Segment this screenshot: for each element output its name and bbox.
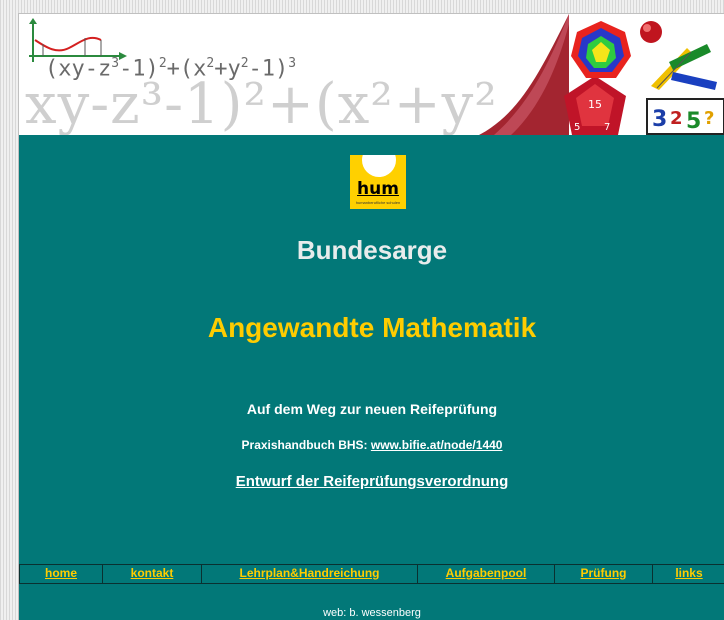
ball-icon	[640, 21, 662, 43]
svg-text:?: ?	[704, 108, 714, 129]
page-curl-decoration	[479, 14, 569, 135]
header-banner: xy-z³-1)²+(x²+y² (xy-z3-1)2+(x2+y2-1)3 1…	[19, 14, 724, 135]
nav-item-home: home	[19, 565, 103, 583]
svg-text:5: 5	[574, 122, 580, 133]
puzzle-numbers-icon: 3 2 5 ?	[646, 98, 724, 135]
nav-item-kontakt: kontakt	[103, 565, 202, 583]
logo-circle-icon	[362, 155, 396, 177]
svg-text:2: 2	[670, 108, 683, 129]
main-content: hum humanberufliche schulen Bundesarge A…	[19, 135, 724, 620]
nav-link-pruefung[interactable]: Prüfung	[581, 566, 627, 580]
praxishandbuch-line: Praxishandbuch BHS: www.bifie.at/node/14…	[19, 438, 724, 452]
nav-link-lehrplan[interactable]: Lehrplan&Handreichung	[239, 566, 379, 580]
svg-text:5: 5	[686, 109, 701, 134]
hum-logo: hum humanberufliche schulen	[350, 155, 406, 209]
drawing-tools-icon	[651, 44, 717, 90]
polyhedron-icon	[571, 21, 631, 78]
nav-link-links[interactable]: links	[675, 566, 702, 580]
logo-text: hum	[357, 179, 399, 199]
entwurf-link[interactable]: Entwurf der Reifeprüfungsverordnung	[236, 473, 509, 490]
nav-link-kontakt[interactable]: kontakt	[131, 566, 174, 580]
decahedron-die-icon: 15 7 5	[564, 76, 626, 135]
logo-subtext: humanberufliche schulen	[355, 200, 401, 205]
entwurf-line: Entwurf der Reifeprüfungsverordnung	[19, 473, 724, 490]
nav-link-home[interactable]: home	[45, 566, 77, 580]
praxis-link[interactable]: www.bifie.at/node/1440	[371, 438, 503, 452]
banner-formula: (xy-z3-1)2+(x2+y2-1)3	[45, 56, 297, 82]
nav-item-pruefung: Prüfung	[555, 565, 653, 583]
svg-text:15: 15	[588, 98, 602, 111]
nav-item-links: links	[653, 565, 724, 583]
svg-text:7: 7	[604, 122, 610, 133]
banner-formula-background: xy-z³-1)²+(x²+y²	[25, 72, 498, 135]
praxis-prefix: Praxishandbuch BHS:	[241, 438, 371, 452]
nav-item-lehrplan: Lehrplan&Handreichung	[202, 565, 418, 583]
page-frame: xy-z³-1)²+(x²+y² (xy-z3-1)2+(x2+y2-1)3 1…	[18, 13, 724, 620]
nav-link-aufgabenpool[interactable]: Aufgabenpool	[446, 566, 527, 580]
page-subtitle: Angewandte Mathematik	[207, 312, 537, 343]
weg-heading: Auf dem Weg zur neuen Reifeprüfung	[246, 401, 498, 417]
nav-bar: home kontakt Lehrplan&Handreichung Aufga…	[19, 564, 724, 584]
svg-text:3: 3	[652, 107, 667, 132]
nav-item-aufgabenpool: Aufgabenpool	[418, 565, 555, 583]
footer-credit: web: b. wessenberg	[323, 607, 421, 619]
page-title: Bundesarge	[296, 235, 448, 265]
